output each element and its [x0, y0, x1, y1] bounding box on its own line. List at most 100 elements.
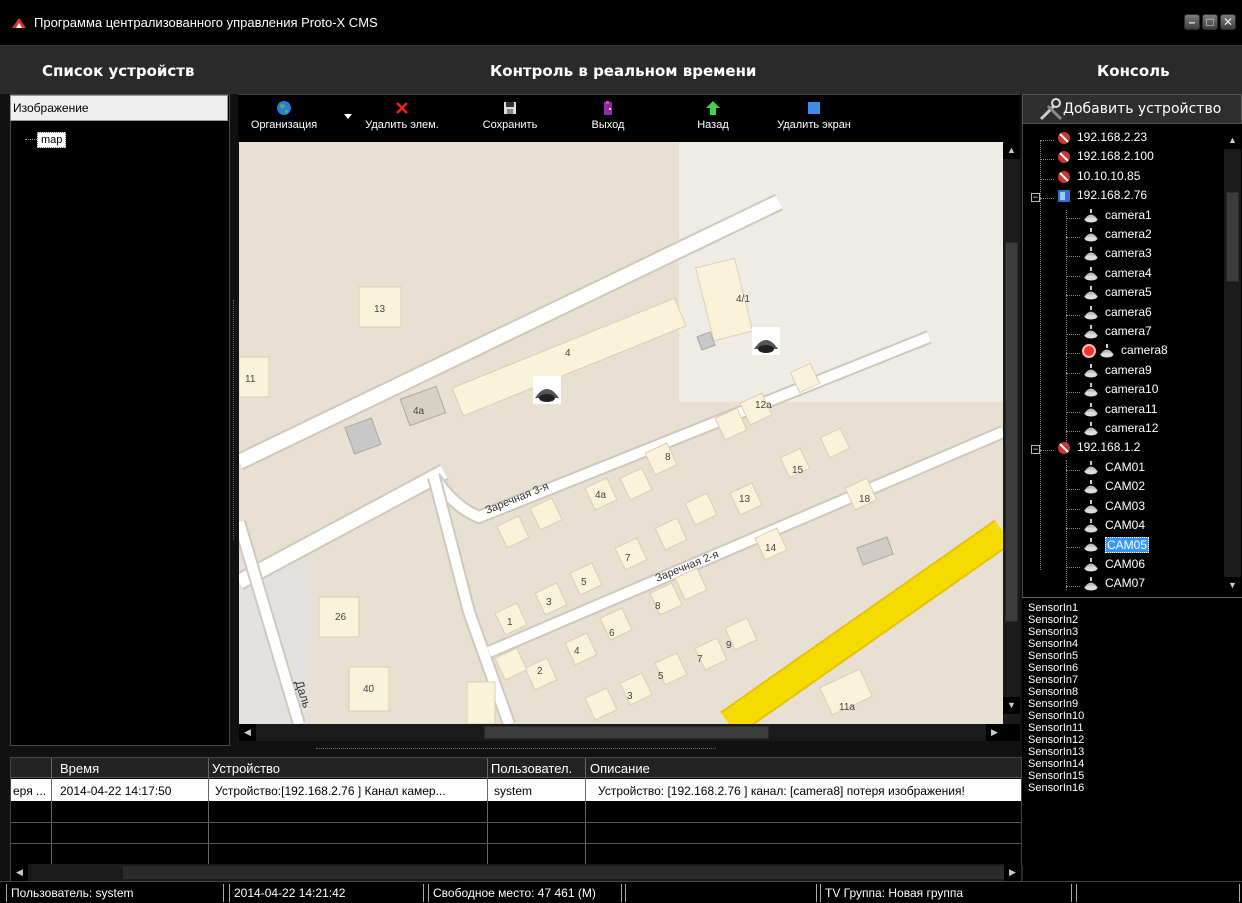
tree-device-node[interactable]: 192.168.2.76 [1056, 188, 1147, 207]
scroll-thumb[interactable] [123, 866, 1023, 879]
sensor-item[interactable]: SensorIn7 [1028, 674, 1236, 686]
dome-camera-icon [1084, 228, 1098, 242]
sensor-item[interactable]: SensorIn16 [1028, 782, 1236, 794]
delete-screen-button[interactable]: Удалить экран [764, 96, 864, 142]
tree-camera-node[interactable]: CAM05 [1082, 536, 1150, 556]
tree-camera-node[interactable]: CAM03 [1082, 499, 1145, 518]
scroll-right-icon[interactable]: ▶ [986, 724, 1003, 741]
scroll-up-icon[interactable]: ▲ [1003, 142, 1020, 159]
map-camera-icon[interactable] [752, 327, 780, 355]
dvr-offline-icon [1058, 170, 1070, 183]
tree-camera-node[interactable]: camera3 [1082, 246, 1152, 265]
sensor-item[interactable]: SensorIn12 [1028, 734, 1236, 746]
tree-camera-node[interactable]: camera4 [1082, 266, 1152, 285]
scroll-down-icon[interactable]: ▼ [1224, 577, 1241, 594]
tree-device-node[interactable]: 192.168.1.2 [1056, 440, 1140, 459]
dome-camera-icon [1084, 519, 1098, 533]
map-label: 4/1 [736, 294, 750, 305]
tree-vertical-scrollbar[interactable]: ▲ ▼ [1224, 132, 1241, 594]
tree-camera-node[interactable]: camera12 [1082, 421, 1158, 440]
status-empty [625, 884, 817, 902]
sensor-item[interactable]: SensorIn13 [1028, 746, 1236, 758]
left-splitter[interactable] [230, 95, 238, 747]
chevron-down-icon[interactable] [344, 114, 352, 119]
tree-node-label-selected: CAM05 [1105, 536, 1150, 553]
event-horizontal-scrollbar[interactable]: ◀ ▶ [11, 864, 1023, 881]
tree-camera-node[interactable]: camera2 [1082, 227, 1152, 246]
tree-camera-node[interactable]: CAM07 [1082, 576, 1145, 595]
exit-button[interactable]: Выход [578, 96, 638, 142]
map-horizontal-scrollbar[interactable]: ◀ ▶ [239, 724, 1003, 741]
sensor-item[interactable]: SensorIn10 [1028, 710, 1236, 722]
tree-camera-node[interactable]: camera1 [1082, 208, 1152, 227]
floppy-disk-icon [504, 102, 516, 114]
cell-device: Устройство:[192.168.2.76 ] Канал камер..… [215, 784, 446, 798]
tree-connector [1066, 314, 1080, 316]
scroll-up-icon[interactable]: ▲ [1224, 132, 1241, 149]
save-button[interactable]: Сохранить [470, 96, 550, 142]
scroll-thumb[interactable] [484, 726, 769, 739]
scroll-thumb[interactable] [1226, 192, 1239, 282]
map-label: 8 [655, 601, 661, 612]
sensor-item[interactable]: SensorIn6 [1028, 662, 1236, 674]
devices-header: Список устройств [42, 62, 195, 80]
column-header-time[interactable]: Время [60, 761, 99, 776]
maximize-icon[interactable]: □ [1202, 14, 1218, 30]
delete-item-button[interactable]: Удалить элем. [362, 96, 442, 142]
map-label: 13 [739, 494, 751, 505]
map-vertical-scrollbar[interactable]: ▲ ▼ [1003, 142, 1020, 724]
scroll-thumb[interactable] [1005, 242, 1018, 622]
sensor-item[interactable]: SensorIn9 [1028, 698, 1236, 710]
column-header-device[interactable]: Устройство [212, 761, 280, 776]
tree-camera-node[interactable]: camera10 [1082, 382, 1158, 401]
tree-camera-node[interactable]: camera5 [1082, 285, 1152, 304]
tree-device-node[interactable]: 192.168.2.23 [1056, 130, 1147, 149]
map-canvas[interactable]: 13 4/1 4 11 4a 12a 8 15 4a 13 18 7 14 5 … [239, 142, 1003, 724]
up-arrow-icon [706, 101, 720, 115]
tree-device-node[interactable]: 192.168.2.100 [1056, 149, 1154, 168]
collapse-toggle-icon[interactable]: − [1031, 445, 1040, 455]
sensor-item[interactable]: SensorIn3 [1028, 626, 1236, 638]
collapse-toggle-icon[interactable]: − [1031, 193, 1040, 203]
organization-button[interactable]: Организация [244, 96, 324, 142]
bottom-splitter[interactable] [238, 742, 1020, 757]
column-header-user[interactable]: Пользовател. [491, 761, 572, 776]
tree-camera-node[interactable]: camera7 [1082, 324, 1152, 343]
column-header-description[interactable]: Описание [590, 761, 650, 776]
sensor-item[interactable]: SensorIn1 [1028, 602, 1236, 614]
minimize-icon[interactable]: – [1184, 14, 1200, 30]
scroll-right-icon[interactable]: ▶ [1004, 864, 1021, 881]
sensor-item[interactable]: SensorIn15 [1028, 770, 1236, 782]
scroll-left-icon[interactable]: ◀ [239, 724, 256, 741]
tree-camera-node[interactable]: CAM02 [1082, 479, 1145, 498]
tree-camera-node[interactable]: camera6 [1082, 305, 1152, 324]
map-label: 8 [665, 452, 671, 463]
scroll-left-icon[interactable]: ◀ [11, 864, 28, 881]
tree-camera-node[interactable]: camera9 [1082, 363, 1152, 382]
close-icon[interactable]: ✕ [1220, 14, 1236, 30]
sensor-item[interactable]: SensorIn11 [1028, 722, 1236, 734]
tree-connector [1066, 460, 1067, 590]
view-type-selector[interactable]: Изображение [10, 95, 228, 121]
tree-camera-node[interactable]: camera8 [1082, 343, 1168, 362]
sensor-item[interactable]: SensorIn4 [1028, 638, 1236, 650]
sensor-item[interactable]: SensorIn5 [1028, 650, 1236, 662]
scroll-down-icon[interactable]: ▼ [1003, 697, 1020, 714]
tree-camera-node[interactable]: CAM06 [1082, 557, 1145, 576]
tree-connector [1066, 489, 1080, 491]
sensor-item[interactable]: SensorIn8 [1028, 686, 1236, 698]
back-button[interactable]: Назад [688, 96, 738, 142]
tree-camera-node[interactable]: camera11 [1082, 402, 1157, 421]
tree-camera-node[interactable]: CAM04 [1082, 518, 1145, 537]
tree-item-map[interactable]: map [37, 132, 67, 148]
splitter-handle[interactable] [233, 300, 234, 540]
tree-node-label: camera5 [1105, 285, 1152, 300]
splitter-handle[interactable] [316, 748, 716, 749]
sensor-item[interactable]: SensorIn14 [1028, 758, 1236, 770]
column-divider [487, 758, 488, 864]
tree-device-node[interactable]: 10.10.10.85 [1056, 169, 1140, 188]
scroll-corner [1003, 724, 1020, 741]
sensor-item[interactable]: SensorIn2 [1028, 614, 1236, 626]
map-camera-icon[interactable] [533, 376, 561, 404]
tree-camera-node[interactable]: CAM01 [1082, 460, 1145, 479]
